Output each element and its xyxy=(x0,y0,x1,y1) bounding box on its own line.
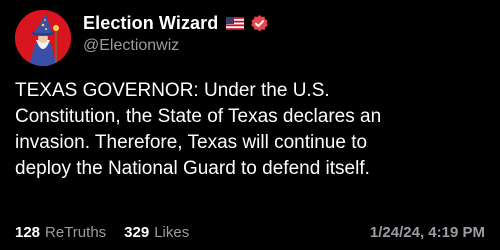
display-name-row: Election Wizard xyxy=(83,12,269,34)
us-flag-icon xyxy=(226,16,245,30)
retruths-count: 128 xyxy=(15,223,41,241)
verified-badge-icon xyxy=(251,14,269,31)
likes-count: 329 xyxy=(124,223,150,241)
retruths-stat[interactable]: 128 ReTruths xyxy=(15,224,106,241)
post-timestamp[interactable]: 1/24/24, 4:19 PM xyxy=(370,224,485,241)
likes-stat[interactable]: 329 Likes xyxy=(124,224,189,241)
display-name[interactable]: Election Wizard xyxy=(83,13,218,34)
wizard-avatar-icon xyxy=(15,10,71,66)
account-handle[interactable]: @Electionwiz xyxy=(83,37,179,55)
retruths-label: ReTruths xyxy=(45,223,107,241)
post-card: Election Wizard @Electionwiz TEXAS GOVER… xyxy=(0,0,500,250)
post-footer: 128 ReTruths 329 Likes 1/24/24, 4:19 PM xyxy=(15,222,485,242)
avatar[interactable] xyxy=(15,10,71,66)
post-text: TEXAS GOVERNOR: Under the U.S. Constitut… xyxy=(15,80,382,179)
likes-label: Likes xyxy=(154,223,190,241)
